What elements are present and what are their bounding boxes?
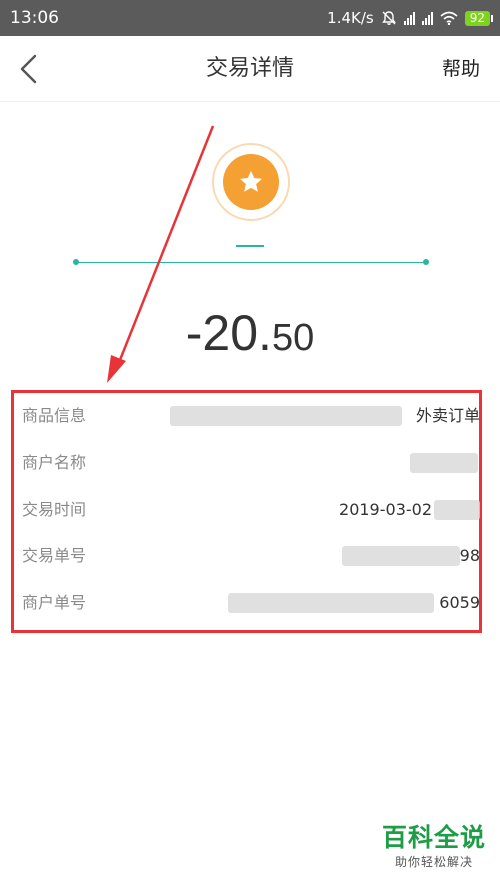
- detail-label: 商户单号: [22, 593, 87, 612]
- detail-row-merchant-no: 商户单号 6059: [22, 585, 480, 621]
- blurred-value: [228, 593, 434, 613]
- blurred-value: [342, 546, 460, 566]
- detail-label: 交易单号: [22, 546, 87, 565]
- watermark-logo: 百科全说 助你轻松解决: [382, 822, 486, 870]
- watermark-title: 百科全说: [381, 823, 486, 852]
- watermark-subtitle: 助你轻松解决: [394, 855, 473, 869]
- detail-label: 商户名称: [22, 453, 87, 472]
- detail-row-time: 交易时间 2019-03-02: [22, 492, 480, 528]
- detail-value: 6059: [439, 593, 480, 612]
- detail-value: 98: [459, 546, 480, 565]
- detail-label: 商品信息: [22, 406, 87, 425]
- blurred-value: [170, 406, 402, 426]
- blurred-value: [410, 453, 478, 473]
- detail-row-merchant-name: 商户名称: [22, 445, 480, 481]
- detail-value: 2019-03-02: [339, 500, 432, 519]
- detail-label: 交易时间: [22, 500, 87, 519]
- detail-row-transaction-no: 交易单号 98: [22, 538, 480, 574]
- detail-row-goods: 商品信息 外卖订单: [22, 398, 480, 434]
- detail-value: 外卖订单: [415, 406, 480, 425]
- blurred-value: [434, 500, 480, 520]
